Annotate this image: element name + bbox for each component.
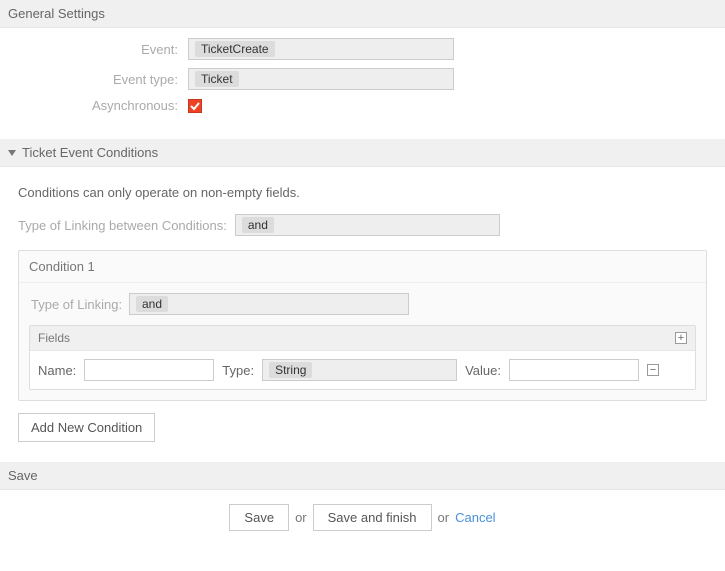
add-condition-button[interactable]: Add New Condition: [18, 413, 155, 442]
condition-linking-label: Type of Linking:: [29, 297, 129, 312]
condition-linking-select[interactable]: and: [129, 293, 409, 315]
footer-actions: Save or Save and finish or Cancel: [0, 490, 725, 545]
condition-1-body: Type of Linking: and Fields + Name: Type…: [19, 283, 706, 400]
condition-linking-value: and: [136, 296, 168, 312]
save-header: Save: [0, 462, 725, 490]
event-type-select[interactable]: Ticket: [188, 68, 454, 90]
event-label: Event:: [8, 42, 188, 57]
or-1: or: [295, 510, 307, 525]
async-checkbox[interactable]: [188, 99, 202, 113]
add-field-icon[interactable]: +: [675, 332, 687, 344]
conditions-help-text: Conditions can only operate on non-empty…: [18, 185, 717, 200]
general-settings-header: General Settings: [0, 0, 725, 28]
linking-between-row: Type of Linking between Conditions: and: [18, 214, 717, 236]
event-value: TicketCreate: [195, 41, 275, 57]
linking-between-select[interactable]: and: [235, 214, 500, 236]
field-name-input[interactable]: [84, 359, 214, 381]
event-type-label: Event type:: [8, 72, 188, 87]
save-button[interactable]: Save: [229, 504, 289, 531]
field-row: Name: Type: String Value: −: [30, 351, 695, 389]
linking-between-value: and: [242, 217, 274, 233]
field-value-input[interactable]: [509, 359, 639, 381]
event-select[interactable]: TicketCreate: [188, 38, 454, 60]
collapse-icon: [8, 150, 16, 156]
check-icon: [190, 101, 200, 111]
event-type-value: Ticket: [195, 71, 239, 87]
condition-1-title: Condition 1: [19, 251, 706, 283]
condition-linking-row: Type of Linking: and: [29, 293, 696, 315]
fields-box: Fields + Name: Type: String Value: −: [29, 325, 696, 390]
field-type-select[interactable]: String: [262, 359, 457, 381]
or-2: or: [438, 510, 450, 525]
conditions-body: Conditions can only operate on non-empty…: [0, 167, 725, 462]
condition-1-box: Condition 1 Type of Linking: and Fields …: [18, 250, 707, 401]
fields-header: Fields +: [30, 326, 695, 351]
save-title: Save: [8, 468, 38, 483]
general-settings-body: Event: TicketCreate Event type: Ticket A…: [0, 28, 725, 139]
async-label: Asynchronous:: [8, 98, 188, 113]
event-type-row: Event type: Ticket: [8, 68, 717, 90]
cancel-link[interactable]: Cancel: [455, 510, 495, 525]
save-and-finish-button[interactable]: Save and finish: [313, 504, 432, 531]
conditions-title: Ticket Event Conditions: [22, 145, 158, 160]
field-type-label: Type:: [222, 363, 254, 378]
field-type-value: String: [269, 362, 312, 378]
async-row: Asynchronous:: [8, 98, 717, 113]
remove-field-icon[interactable]: −: [647, 364, 659, 376]
field-name-label: Name:: [38, 363, 76, 378]
event-row: Event: TicketCreate: [8, 38, 717, 60]
general-settings-title: General Settings: [8, 6, 105, 21]
linking-between-label: Type of Linking between Conditions:: [18, 218, 235, 233]
fields-header-label: Fields: [38, 331, 70, 345]
field-value-label: Value:: [465, 363, 501, 378]
conditions-header[interactable]: Ticket Event Conditions: [0, 139, 725, 167]
